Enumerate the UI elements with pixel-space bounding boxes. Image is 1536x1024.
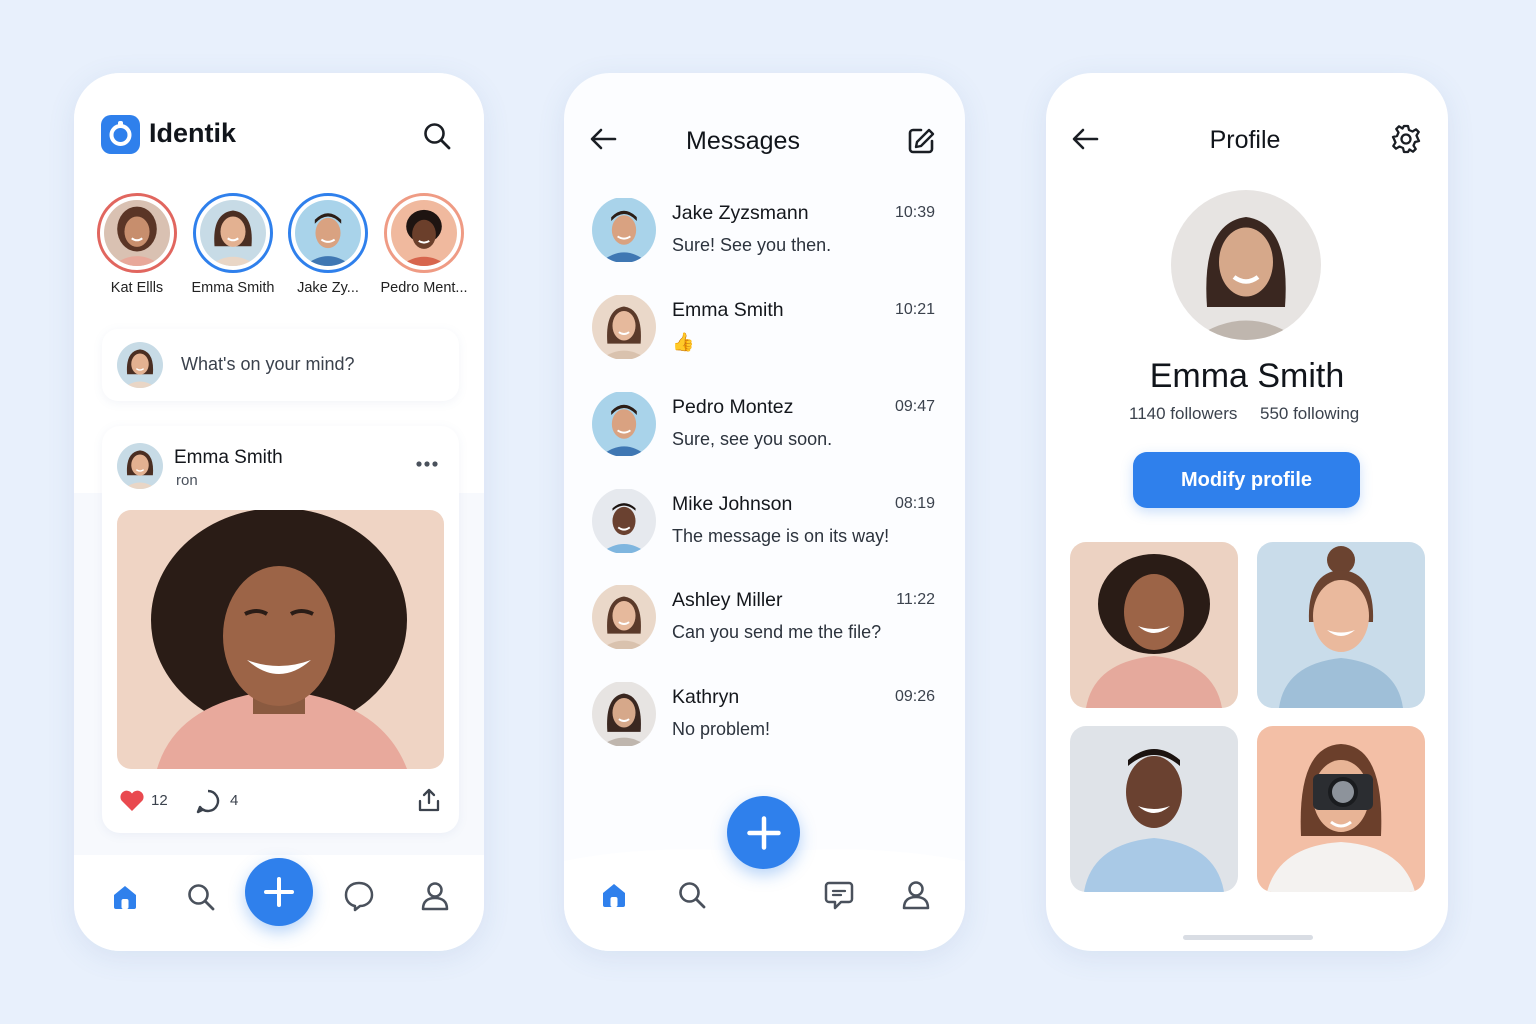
message-icon[interactable] [823,879,855,911]
photo-tile[interactable] [1070,542,1238,708]
story-name: Pedro Ment... [380,280,468,296]
story-name: Emma Smith [191,280,275,296]
avatar [592,488,656,554]
followers-count[interactable]: 1140 followers [1129,404,1237,424]
post-author[interactable]: Emma Smith [174,447,283,469]
contact-name: Ashley Miller [672,589,783,611]
search-icon[interactable] [422,121,452,151]
post-subtitle: ron [176,472,198,489]
search-icon[interactable] [677,880,707,910]
message-time: 08:19 [894,495,935,512]
app-logo-icon [101,115,140,154]
avatar [592,294,656,360]
avatar[interactable] [117,443,163,489]
feed-screen: Identik Kat Ellls Emma Smith Jake Zy... … [74,73,484,951]
avatar [592,197,656,263]
following-count[interactable]: 550 following [1260,404,1359,424]
post-photo[interactable] [117,510,444,769]
story-avatar [288,193,368,273]
add-post-button[interactable] [245,858,313,926]
new-message-button[interactable] [727,796,800,869]
modify-profile-button[interactable]: Modify profile [1133,452,1360,508]
message-preview: Can you send me the file? [672,622,882,642]
chat-bubble-icon[interactable] [343,880,375,912]
story-name: Jake Zy... [297,280,359,296]
photo-tile[interactable] [1257,542,1425,708]
page-title: Messages [686,127,800,155]
profile-icon[interactable] [420,880,450,912]
profile-screen: Profile Emma Smith 1140 followers 550 fo… [1046,73,1448,951]
conversation-item[interactable]: Mike Johnson 08:19 The message is on its… [592,488,937,558]
contact-name: Emma Smith [672,299,784,321]
conversation-item[interactable]: Jake Zyzsmann 10:39 Sure! See you then. [592,197,937,267]
comment-count: 4 [230,792,239,809]
contact-name: Pedro Montez [672,396,794,418]
heart-icon[interactable] [119,790,145,812]
home-icon[interactable] [110,882,140,912]
gear-icon[interactable] [1391,124,1421,154]
story-avatar [193,193,273,273]
story-name: Kat Ellls [110,280,164,296]
share-icon[interactable] [416,787,442,813]
avatar [592,584,656,650]
message-preview: No problem! [672,719,771,739]
message-time: 09:26 [894,688,935,705]
profile-icon[interactable] [901,879,931,911]
comment-icon[interactable] [195,788,221,814]
app-title: Identik [149,118,237,148]
story-item[interactable]: Pedro Ment... [376,193,472,296]
more-options-icon[interactable] [415,460,439,468]
contact-name: Kathryn [672,686,740,708]
messages-screen: Messages Jake Zyzsmann 10:39 Sure! See y… [564,73,965,951]
message-time: 10:39 [894,204,935,221]
post-card: Emma Smith ron 12 4 [102,426,459,833]
message-preview: 👍 [672,332,695,352]
profile-avatar[interactable] [1171,190,1321,340]
photo-tile[interactable] [1070,726,1238,892]
composer-placeholder: What's on your mind? [181,354,355,374]
contact-name: Mike Johnson [672,493,793,515]
profile-name: Emma Smith [1149,357,1345,395]
story-avatar [97,193,177,273]
message-preview: The message is on its way! [672,526,890,546]
post-composer[interactable]: What's on your mind? [102,329,459,401]
home-indicator [1183,935,1313,940]
message-preview: Sure, see you soon. [672,429,833,449]
contact-name: Jake Zyzsmann [672,202,809,224]
message-time: 09:47 [894,398,935,415]
compose-icon[interactable] [906,126,936,156]
avatar [592,681,656,747]
bottom-nav [74,855,484,951]
plus-icon [747,816,781,850]
search-icon[interactable] [186,882,216,912]
story-item[interactable]: Jake Zy... [282,193,374,296]
home-icon[interactable] [599,880,629,910]
story-item[interactable]: Kat Ellls [91,193,183,296]
message-preview: Sure! See you then. [672,235,832,255]
like-count: 12 [151,792,168,809]
page-title: Profile [1209,126,1281,154]
avatar [117,342,163,388]
story-item[interactable]: Emma Smith [187,193,279,296]
avatar [592,391,656,457]
conversation-item[interactable]: Emma Smith 10:21 👍 [592,294,937,364]
message-time: 11:22 [896,591,935,608]
conversation-item[interactable]: Pedro Montez 09:47 Sure, see you soon. [592,391,937,461]
message-time: 10:21 [894,301,935,318]
conversation-item[interactable]: Ashley Miller 11:22 Can you send me the … [592,584,937,654]
story-avatar [384,193,464,273]
photo-tile[interactable] [1257,726,1425,892]
conversation-item[interactable]: Kathryn 09:26 No problem! [592,681,937,751]
plus-icon [264,877,294,907]
